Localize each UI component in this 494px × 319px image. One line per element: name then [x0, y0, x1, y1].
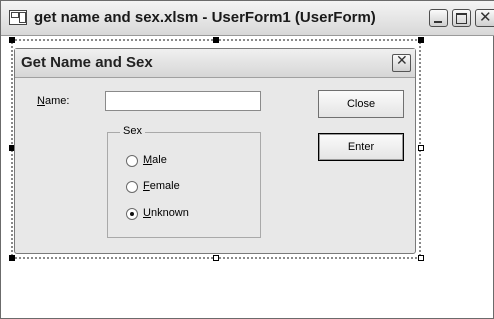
- resize-handle-top: [213, 37, 219, 43]
- userform[interactable]: Get Name and Sex ✕ Name: Close Enter Sex…: [14, 48, 416, 254]
- resize-handle-bottom[interactable]: [213, 255, 219, 261]
- userform-caption: Get Name and Sex: [21, 54, 153, 71]
- radio-button-selected[interactable]: [126, 208, 138, 220]
- radio-button[interactable]: [126, 155, 138, 167]
- window-title: get name and sex.xlsm - UserForm1 (UserF…: [34, 9, 376, 26]
- radio-label: Male: [143, 154, 167, 166]
- resize-handle-right[interactable]: [418, 145, 424, 151]
- maximize-button[interactable]: [452, 9, 471, 27]
- radio-button[interactable]: [126, 181, 138, 193]
- resize-handle-top-left: [9, 37, 15, 43]
- sex-frame-caption: Sex: [120, 125, 145, 137]
- close-button[interactable]: Close: [318, 90, 404, 118]
- radio-label: Female: [143, 180, 180, 192]
- userform-title-bar: Get Name and Sex ✕: [15, 49, 415, 78]
- resize-handle-bottom-left: [9, 255, 15, 261]
- sex-frame: Sex Male Female Unknown: [107, 125, 261, 238]
- name-textbox[interactable]: [105, 91, 261, 111]
- close-icon: ✕: [396, 53, 408, 69]
- userform-close-button[interactable]: ✕: [392, 53, 411, 72]
- window-title-bar[interactable]: get name and sex.xlsm - UserForm1 (UserF…: [1, 1, 494, 36]
- close-icon: ✕: [479, 8, 492, 26]
- minimize-button[interactable]: [429, 9, 448, 27]
- resize-handle-bottom-right[interactable]: [418, 255, 424, 261]
- enter-button[interactable]: Enter: [318, 133, 404, 161]
- name-label: Name:: [37, 95, 70, 107]
- userform-icon: [9, 10, 27, 25]
- window-close-button[interactable]: ✕: [475, 8, 494, 27]
- radio-label: Unknown: [143, 207, 189, 219]
- resize-handle-top-right: [418, 37, 424, 43]
- vba-userform-designer-window: get name and sex.xlsm - UserForm1 (UserF…: [0, 0, 494, 319]
